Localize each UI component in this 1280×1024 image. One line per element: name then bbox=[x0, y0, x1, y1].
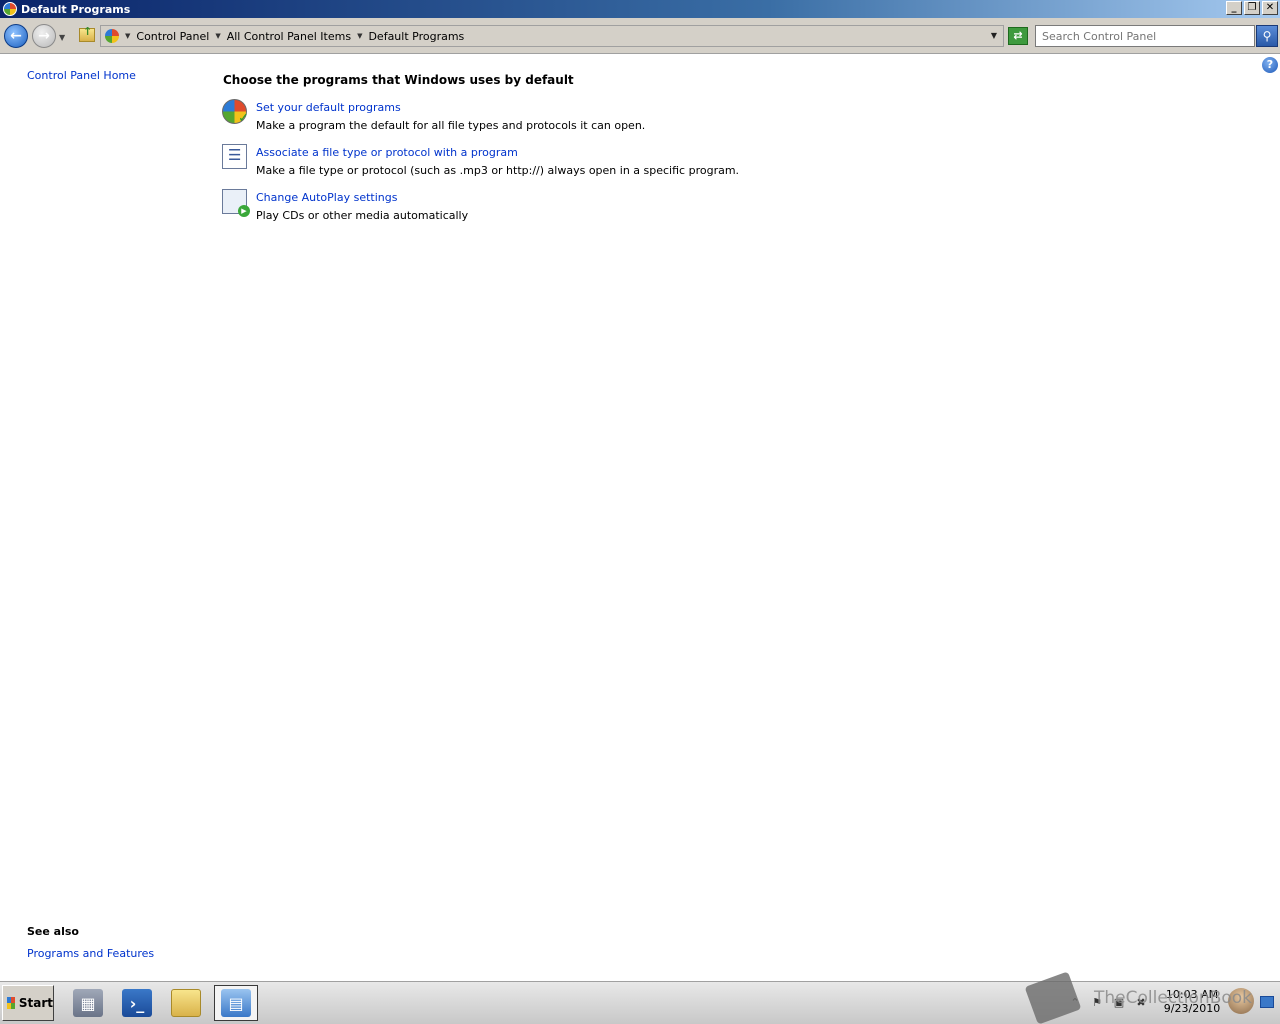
start-button[interactable]: Start bbox=[2, 985, 54, 1021]
breadcrumb-all-items[interactable]: All Control Panel Items bbox=[227, 30, 351, 43]
taskbar-explorer[interactable] bbox=[164, 985, 208, 1021]
volume-muted-icon[interactable]: ✖ bbox=[1134, 996, 1148, 1010]
taskbar: Start ▦ ›_ ▤ ⌃ ⚑ ▣ ✖ 10:03 AM 9/23/2010 bbox=[0, 981, 1280, 1024]
control-panel-icon bbox=[105, 29, 119, 43]
associate-file-type-link[interactable]: Associate a file type or protocol with a… bbox=[256, 146, 739, 159]
show-hidden-icons-icon[interactable]: ⌃ bbox=[1068, 996, 1082, 1010]
clock-date: 9/23/2010 bbox=[1163, 1002, 1221, 1015]
breadcrumb-control-panel[interactable]: Control Panel bbox=[136, 30, 209, 43]
close-button[interactable]: ✕ bbox=[1262, 1, 1278, 15]
file-association-icon[interactable] bbox=[222, 144, 247, 169]
powershell-icon: ›_ bbox=[122, 989, 152, 1017]
refresh-button[interactable]: ⇄ bbox=[1008, 27, 1028, 45]
maximize-button[interactable]: ❐ bbox=[1244, 1, 1260, 15]
user-avatar-icon[interactable] bbox=[1228, 988, 1254, 1014]
default-programs-icon[interactable] bbox=[222, 99, 249, 126]
navigation-bar: ← → ▼ ▼ Control Panel ▼ All Control Pane… bbox=[0, 18, 1280, 54]
network-icon[interactable]: ▣ bbox=[1112, 996, 1126, 1010]
task-autoplay: Change AutoPlay settings Play CDs or oth… bbox=[222, 189, 468, 222]
task-description: Play CDs or other media automatically bbox=[256, 209, 469, 222]
show-desktop-button[interactable] bbox=[1260, 996, 1274, 1008]
chevron-down-icon[interactable]: ▼ bbox=[215, 32, 220, 40]
taskbar-powershell[interactable]: ›_ bbox=[115, 985, 159, 1021]
window-controls: _ ❐ ✕ bbox=[1226, 1, 1278, 15]
programs-and-features-link[interactable]: Programs and Features bbox=[27, 947, 154, 960]
up-folder-icon[interactable] bbox=[79, 25, 95, 42]
search-input[interactable] bbox=[1035, 25, 1255, 47]
control-panel-home-link[interactable]: Control Panel Home bbox=[27, 69, 136, 82]
task-set-default-programs: Set your default programs Make a program… bbox=[222, 99, 645, 132]
page-title: Choose the programs that Windows uses by… bbox=[223, 73, 574, 87]
task-description: Make a file type or protocol (such as .m… bbox=[256, 164, 740, 177]
explorer-folder-icon bbox=[171, 989, 201, 1017]
set-default-programs-link[interactable]: Set your default programs bbox=[256, 101, 645, 114]
server-manager-icon: ▦ bbox=[73, 989, 103, 1017]
back-button[interactable]: ← bbox=[4, 24, 28, 48]
taskbar-server-manager[interactable]: ▦ bbox=[66, 985, 110, 1021]
window-title-bar[interactable]: Default Programs _ ❐ ✕ bbox=[0, 0, 1280, 18]
see-also-heading: See also bbox=[27, 925, 79, 938]
autoplay-icon[interactable] bbox=[222, 189, 250, 217]
change-autoplay-link[interactable]: Change AutoPlay settings bbox=[256, 191, 468, 204]
address-history-dropdown-icon[interactable]: ▼ bbox=[991, 31, 997, 40]
chevron-down-icon[interactable]: ▼ bbox=[357, 32, 362, 40]
search-icon[interactable]: ⚲ bbox=[1256, 25, 1278, 47]
task-description: Make a program the default for all file … bbox=[256, 119, 646, 132]
windows-logo-icon bbox=[7, 997, 15, 1009]
recent-pages-dropdown-icon[interactable]: ▼ bbox=[59, 33, 65, 42]
clock-time: 10:03 AM bbox=[1165, 988, 1219, 1001]
taskbar-control-panel[interactable]: ▤ bbox=[214, 985, 258, 1021]
control-panel-app-icon[interactable] bbox=[3, 2, 17, 16]
address-bar[interactable]: ▼ Control Panel ▼ All Control Panel Item… bbox=[100, 25, 1004, 47]
forward-button[interactable]: → bbox=[32, 24, 56, 48]
start-label: Start bbox=[18, 996, 53, 1010]
window-title: Default Programs bbox=[21, 2, 131, 16]
control-panel-icon: ▤ bbox=[221, 989, 251, 1017]
minimize-button[interactable]: _ bbox=[1226, 1, 1242, 15]
breadcrumb-default-programs[interactable]: Default Programs bbox=[368, 30, 464, 43]
task-associate-file-type: Associate a file type or protocol with a… bbox=[222, 144, 739, 177]
chevron-down-icon[interactable]: ▼ bbox=[125, 32, 130, 40]
system-clock[interactable]: 10:03 AM 9/23/2010 bbox=[1160, 988, 1224, 1016]
action-center-flag-icon[interactable]: ⚑ bbox=[1090, 996, 1104, 1010]
help-icon[interactable]: ? bbox=[1262, 57, 1278, 73]
